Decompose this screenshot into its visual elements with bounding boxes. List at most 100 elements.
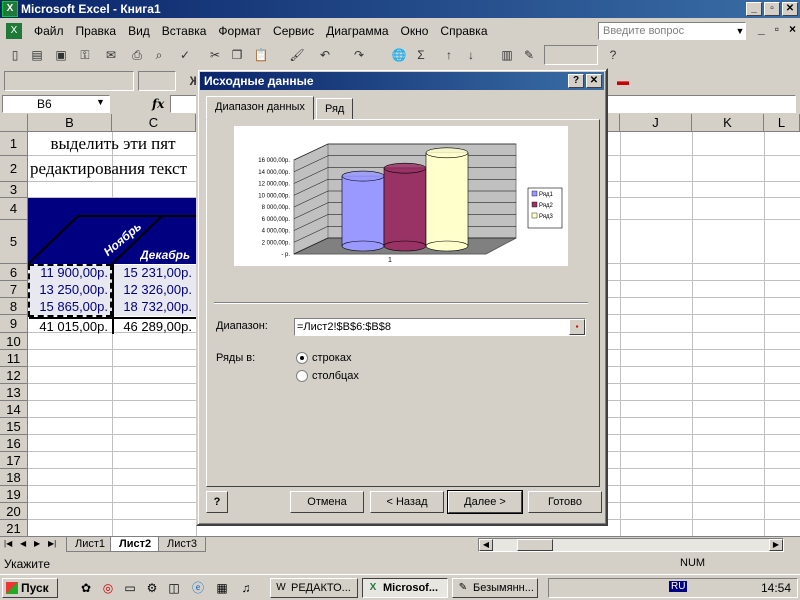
close-button[interactable]: ✕ xyxy=(782,2,798,16)
first-sheet-icon[interactable]: |◀ xyxy=(4,539,12,548)
doc-minimize-button[interactable]: _ xyxy=(758,22,765,36)
radio-rows-label[interactable]: строках xyxy=(312,352,351,364)
office-assistant-button[interactable]: ? xyxy=(206,491,228,513)
open-icon[interactable]: ▤ xyxy=(28,46,46,64)
row-header-18[interactable]: 18 xyxy=(0,469,28,486)
column-header-j[interactable]: J xyxy=(620,114,692,132)
menu-file[interactable]: Файл xyxy=(28,24,70,38)
help-icon[interactable]: ? xyxy=(604,46,622,64)
radio-rows[interactable] xyxy=(296,352,308,364)
column-header-b[interactable]: B xyxy=(28,114,112,132)
next-button[interactable]: Далее > xyxy=(447,490,523,514)
doc-restore-button[interactable]: ▫ xyxy=(775,22,779,36)
cancel-button[interactable]: Отмена xyxy=(290,491,364,513)
radio-columns[interactable] xyxy=(296,370,308,382)
font-color-icon[interactable]: ▬ xyxy=(614,72,632,90)
task-word[interactable]: W РЕДАКТО... xyxy=(270,578,358,598)
cell-r1[interactable]: выделить эти пят xyxy=(30,132,196,156)
name-box-dropdown-icon[interactable]: ▼ xyxy=(96,97,105,107)
sheet-tab-1[interactable]: Лист1 xyxy=(66,537,115,552)
minimize-button[interactable]: _ xyxy=(746,2,762,16)
desktop-icon[interactable]: ▦ xyxy=(214,580,230,596)
zoom-combo[interactable] xyxy=(544,45,598,65)
row-header-7[interactable]: 7 xyxy=(0,281,28,298)
prev-sheet-icon[interactable]: ◀ xyxy=(20,539,26,548)
paste-icon[interactable]: 📋 xyxy=(252,46,270,64)
dialog-close-button[interactable]: ✕ xyxy=(586,74,602,88)
menu-tools[interactable]: Сервис xyxy=(267,24,320,38)
next-sheet-icon[interactable]: ▶ xyxy=(34,539,40,548)
tab-series[interactable]: Ряд xyxy=(316,98,354,120)
font-size-combo[interactable] xyxy=(138,71,176,91)
task-excel[interactable]: X Microsof... xyxy=(362,578,448,598)
quicklaunch-icon-1[interactable]: ✿ xyxy=(78,580,94,596)
name-box[interactable]: B6 xyxy=(2,95,110,113)
doc-close-button[interactable]: × xyxy=(789,22,796,36)
language-indicator[interactable]: RU xyxy=(669,581,688,592)
chart-wizard-icon[interactable]: ▥ xyxy=(498,46,516,64)
start-button[interactable]: Пуск xyxy=(2,578,58,598)
scroll-left-icon[interactable]: ◀ xyxy=(479,539,493,551)
row-header-15[interactable]: 15 xyxy=(0,418,28,435)
row-header-11[interactable]: 11 xyxy=(0,350,28,367)
column-header-k[interactable]: K xyxy=(692,114,764,132)
cell-c9[interactable]: 46 289,00р. xyxy=(113,317,196,334)
row-header-12[interactable]: 12 xyxy=(0,367,28,384)
workbook-icon[interactable]: X xyxy=(6,23,22,39)
cell-c8[interactable]: 18 732,00р. xyxy=(113,299,196,316)
clock[interactable]: 14:54 xyxy=(761,581,791,595)
redo-icon[interactable]: ↷ xyxy=(350,46,368,64)
tab-data-range[interactable]: Диапазон данных xyxy=(206,96,314,120)
row-header-1[interactable]: 1 xyxy=(0,132,28,156)
copy-icon[interactable]: ❐ xyxy=(228,46,246,64)
ask-dropdown-icon[interactable]: ▼ xyxy=(734,23,746,39)
row-header-9[interactable]: 9 xyxy=(0,315,28,333)
row-header-19[interactable]: 19 xyxy=(0,486,28,503)
row-header-4[interactable]: 4 xyxy=(0,198,28,220)
menu-help[interactable]: Справка xyxy=(434,24,493,38)
insert-function-icon[interactable]: fx xyxy=(152,97,164,111)
cut-icon[interactable]: ✂ xyxy=(206,46,224,64)
row-header-21[interactable]: 21 xyxy=(0,520,28,536)
row-header-3[interactable]: 3 xyxy=(0,182,28,198)
back-button[interactable]: < Назад xyxy=(370,491,444,513)
menu-window[interactable]: Окно xyxy=(395,24,435,38)
row-header-13[interactable]: 13 xyxy=(0,384,28,401)
menu-edit[interactable]: Правка xyxy=(70,24,123,38)
email-icon[interactable]: ✉ xyxy=(102,46,120,64)
cell-c7[interactable]: 12 326,00р. xyxy=(113,282,196,299)
folder-icon[interactable]: ▭ xyxy=(122,580,138,596)
save-icon[interactable]: ▣ xyxy=(52,46,70,64)
row-header-2[interactable]: 2 xyxy=(0,156,28,182)
row-header-14[interactable]: 14 xyxy=(0,401,28,418)
sort-ascending-icon[interactable]: ↑ xyxy=(440,46,458,64)
task-paint[interactable]: ✎ Безымянн... xyxy=(452,578,538,598)
row-header-16[interactable]: 16 xyxy=(0,435,28,452)
radio-columns-label[interactable]: столбцах xyxy=(312,370,359,382)
dialog-title-bar[interactable]: Исходные данные ? ✕ xyxy=(200,72,604,90)
ask-question-input[interactable]: Введите вопрос xyxy=(598,22,746,40)
office-icon[interactable]: ◎ xyxy=(100,580,116,596)
sort-descending-icon[interactable]: ↓ xyxy=(462,46,480,64)
collapse-dialog-icon[interactable]: ▪ xyxy=(569,319,585,335)
column-header-l[interactable]: L xyxy=(764,114,800,132)
scroll-right-icon[interactable]: ▶ xyxy=(769,539,783,551)
dialog-help-button[interactable]: ? xyxy=(568,74,584,88)
menu-insert[interactable]: Вставка xyxy=(156,24,213,38)
menu-format[interactable]: Формат xyxy=(212,24,267,38)
horizontal-scrollbar[interactable]: ◀ ▶ xyxy=(478,538,784,552)
ie-icon[interactable]: ⓔ xyxy=(190,580,206,596)
row-header-6[interactable]: 6 xyxy=(0,264,28,281)
explorer-icon[interactable]: ◫ xyxy=(166,580,182,596)
finish-button[interactable]: Готово xyxy=(528,491,602,513)
row-header-8[interactable]: 8 xyxy=(0,298,28,315)
hyperlink-icon[interactable]: 🌐 xyxy=(390,46,408,64)
format-painter-icon[interactable]: 🖌 xyxy=(288,46,306,64)
row-header-20[interactable]: 20 xyxy=(0,503,28,520)
row-header-5[interactable]: 5 xyxy=(0,220,28,264)
row-header-17[interactable]: 17 xyxy=(0,452,28,469)
cell-c6[interactable]: 15 231,00р. xyxy=(113,265,196,282)
print-icon[interactable]: ⎙ xyxy=(128,46,146,64)
select-all-corner[interactable] xyxy=(0,114,28,132)
window-title-bar[interactable]: X Microsoft Excel - Книга1 _ ▫ ✕ xyxy=(0,0,800,18)
